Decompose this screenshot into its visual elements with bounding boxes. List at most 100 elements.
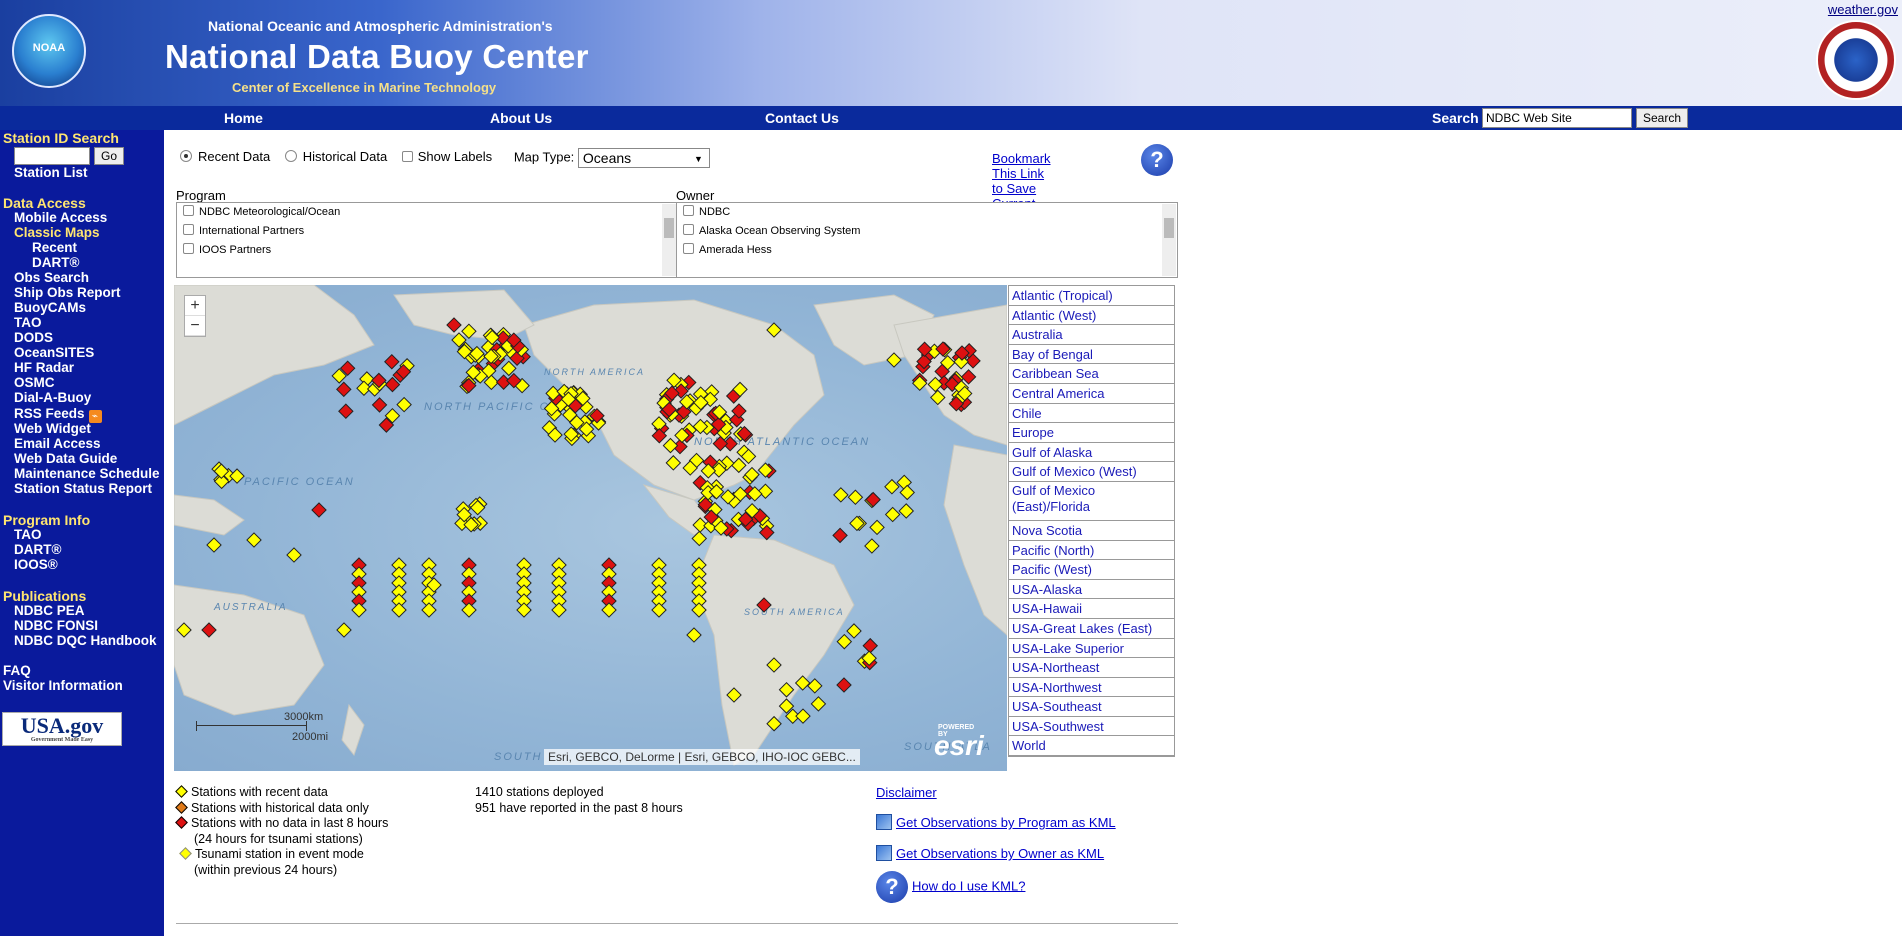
sidebar-item-pi-tao[interactable]: TAO bbox=[14, 527, 42, 542]
station-marker[interactable] bbox=[862, 637, 879, 654]
station-marker[interactable] bbox=[421, 602, 437, 618]
station-marker[interactable] bbox=[757, 483, 774, 500]
station-marker[interactable] bbox=[833, 487, 849, 503]
station-id-go-button[interactable]: Go bbox=[94, 147, 124, 165]
sidebar-item-mobile-access[interactable]: Mobile Access bbox=[14, 210, 107, 225]
region-link[interactable]: USA-Northwest bbox=[1009, 678, 1174, 698]
show-labels-option[interactable]: Show Labels bbox=[401, 149, 492, 164]
kml-help-icon[interactable]: ? bbox=[876, 871, 908, 903]
station-marker[interactable] bbox=[810, 696, 827, 712]
program-filter-list[interactable]: NDBC Meteorological/Ocean International … bbox=[176, 202, 678, 278]
sidebar-item-hf-radar[interactable]: HF Radar bbox=[14, 360, 74, 375]
station-marker[interactable] bbox=[686, 627, 702, 643]
sidebar-item-web-widget[interactable]: Web Widget bbox=[14, 421, 91, 436]
owner-filter-checkbox[interactable] bbox=[683, 205, 694, 216]
sidebar-item-dial-a-buoy[interactable]: Dial-A-Buoy bbox=[14, 390, 91, 405]
station-marker[interactable] bbox=[836, 633, 853, 650]
station-marker[interactable] bbox=[807, 678, 823, 694]
region-link[interactable]: Gulf of Alaska bbox=[1009, 443, 1174, 463]
owner-filter-scrollbar[interactable] bbox=[1162, 204, 1176, 276]
sidebar-section-data-access[interactable]: Data Access bbox=[3, 195, 86, 211]
program-filter-scrollbar[interactable] bbox=[662, 204, 676, 276]
station-marker[interactable] bbox=[847, 489, 864, 506]
list-item[interactable]: Alaska Ocean Observing System bbox=[677, 222, 1177, 241]
list-item[interactable]: IOOS Partners bbox=[177, 241, 677, 260]
station-marker[interactable] bbox=[391, 602, 407, 618]
nav-home[interactable]: Home bbox=[224, 110, 263, 126]
owner-filter-checkbox[interactable] bbox=[683, 224, 694, 235]
station-marker[interactable] bbox=[336, 622, 352, 638]
program-filter-checkbox[interactable] bbox=[183, 224, 194, 235]
station-marker[interactable] bbox=[795, 708, 811, 724]
sidebar-item-ndbc-pea[interactable]: NDBC PEA bbox=[14, 603, 85, 618]
region-link[interactable]: USA-Southwest bbox=[1009, 717, 1174, 737]
station-marker[interactable] bbox=[336, 381, 352, 398]
list-item[interactable]: Amerada Hess bbox=[677, 241, 1177, 260]
station-marker[interactable] bbox=[396, 396, 412, 413]
sidebar-item-web-data-guide[interactable]: Web Data Guide bbox=[14, 451, 117, 466]
historical-data-radio[interactable] bbox=[284, 150, 297, 163]
nav-contact[interactable]: Contact Us bbox=[765, 110, 839, 126]
usagov-logo[interactable]: USA.gov Government Made Easy bbox=[2, 712, 122, 746]
region-link[interactable]: Pacific (North) bbox=[1009, 541, 1174, 561]
region-link[interactable]: Europe bbox=[1009, 423, 1174, 443]
map-attribution[interactable]: Esri, GEBCO, DeLorme | Esri, GEBCO, IHO-… bbox=[544, 749, 860, 765]
station-marker[interactable] bbox=[884, 506, 901, 523]
recent-data-option[interactable]: Recent Data bbox=[180, 149, 270, 164]
weather-gov-link[interactable]: weather.gov bbox=[1828, 2, 1898, 17]
sidebar-item-station-status-report[interactable]: Station Status Report bbox=[14, 481, 152, 496]
disclaimer-link[interactable]: Disclaimer bbox=[876, 785, 937, 800]
owner-filter-checkbox[interactable] bbox=[683, 243, 694, 254]
station-marker[interactable] bbox=[351, 602, 367, 618]
sidebar-item-ndbc-dqc[interactable]: NDBC DQC Handbook bbox=[14, 633, 157, 648]
map-canvas[interactable]: NORTH PACIFIC OCEANNORTH ATLANTIC OCEANP… bbox=[174, 285, 1007, 771]
region-link[interactable]: Atlantic (West) bbox=[1009, 306, 1174, 326]
list-item[interactable]: NDBC bbox=[677, 203, 1177, 222]
sidebar-item-faq[interactable]: FAQ bbox=[3, 663, 31, 678]
region-link[interactable]: World bbox=[1009, 736, 1174, 757]
sidebar-item-ship-obs-report[interactable]: Ship Obs Report bbox=[14, 285, 121, 300]
sidebar-item-obs-search[interactable]: Obs Search bbox=[14, 270, 89, 285]
station-marker[interactable] bbox=[206, 537, 222, 553]
program-filter-checkbox[interactable] bbox=[183, 243, 194, 254]
nav-about[interactable]: About Us bbox=[490, 110, 552, 126]
station-marker[interactable] bbox=[461, 602, 477, 618]
region-link[interactable]: USA-Southeast bbox=[1009, 697, 1174, 717]
station-marker[interactable] bbox=[846, 623, 862, 639]
station-marker[interactable] bbox=[229, 468, 245, 484]
sidebar-item-dart[interactable]: DART® bbox=[32, 255, 79, 270]
region-link[interactable]: Caribbean Sea bbox=[1009, 364, 1174, 384]
station-marker[interactable] bbox=[651, 602, 667, 618]
sidebar-item-classic-maps[interactable]: Classic Maps bbox=[14, 225, 100, 240]
sidebar-item-recent[interactable]: Recent bbox=[32, 240, 77, 255]
region-link[interactable]: Atlantic (Tropical) bbox=[1009, 286, 1174, 306]
sidebar-item-dods[interactable]: DODS bbox=[14, 330, 53, 345]
kml-owner-link[interactable]: Get Observations by Owner as KML bbox=[896, 846, 1104, 861]
region-link[interactable]: USA-Alaska bbox=[1009, 580, 1174, 600]
sidebar-item-station-list[interactable]: Station List bbox=[14, 165, 88, 180]
station-marker[interactable] bbox=[836, 677, 852, 693]
historical-data-option[interactable]: Historical Data bbox=[284, 149, 387, 164]
station-id-input[interactable] bbox=[14, 147, 90, 165]
station-marker[interactable] bbox=[246, 532, 262, 548]
station-marker[interactable] bbox=[384, 353, 400, 370]
station-marker[interactable] bbox=[516, 602, 532, 618]
station-marker[interactable] bbox=[338, 403, 354, 419]
station-marker[interactable] bbox=[869, 519, 885, 536]
region-link[interactable]: Gulf of Mexico (West) bbox=[1009, 462, 1174, 482]
sidebar-item-buoycams[interactable]: BuoyCAMs bbox=[14, 300, 86, 315]
list-item[interactable]: International Partners bbox=[177, 222, 677, 241]
buoy-map[interactable]: NORTH PACIFIC OCEAN NORTH ATLANTIC OCEAN P… bbox=[174, 285, 1007, 771]
region-link[interactable]: Pacific (West) bbox=[1009, 560, 1174, 580]
region-link[interactable]: USA-Lake Superior bbox=[1009, 639, 1174, 659]
region-link[interactable]: Bay of Bengal bbox=[1009, 345, 1174, 365]
region-link[interactable]: USA-Hawaii bbox=[1009, 599, 1174, 619]
show-labels-checkbox[interactable] bbox=[401, 151, 413, 163]
station-marker[interactable] bbox=[898, 503, 915, 519]
scrollbar-thumb[interactable] bbox=[664, 218, 674, 238]
zoom-out-button[interactable]: − bbox=[185, 316, 205, 336]
site-search-input[interactable] bbox=[1482, 108, 1632, 128]
region-link[interactable]: Gulf of Mexico (East)/Florida bbox=[1009, 482, 1174, 521]
station-marker[interactable] bbox=[884, 478, 900, 495]
sidebar-item-osmc[interactable]: OSMC bbox=[14, 375, 55, 390]
